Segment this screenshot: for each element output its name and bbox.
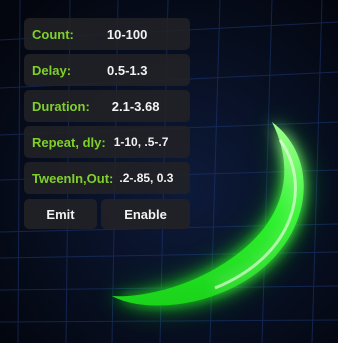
duration-label: Duration:	[32, 98, 90, 114]
duration-row[interactable]: Duration: 2.1-3.68	[24, 90, 190, 122]
count-value[interactable]: 10-100	[107, 27, 147, 42]
delay-label: Delay:	[32, 62, 72, 78]
count-row[interactable]: Count: 10-100	[24, 18, 190, 50]
repeat-label: Repeat, dly:	[32, 134, 106, 150]
repeat-value[interactable]: 1-10, .5-.7	[114, 135, 169, 149]
duration-value[interactable]: 2.1-3.68	[112, 99, 160, 114]
enable-button[interactable]: Enable	[101, 199, 190, 229]
tween-label: TweenIn,Out:	[32, 170, 114, 186]
tween-row[interactable]: TweenIn,Out: .2-.85, 0.3	[24, 162, 190, 194]
count-label: Count:	[32, 26, 74, 42]
delay-row[interactable]: Delay: 0.5-1.3	[24, 54, 190, 86]
repeat-row[interactable]: Repeat, dly: 1-10, .5-.7	[24, 126, 190, 158]
emit-button[interactable]: Emit	[24, 199, 97, 229]
tween-value[interactable]: .2-.85, 0.3	[119, 171, 173, 185]
delay-value[interactable]: 0.5-1.3	[107, 63, 147, 78]
